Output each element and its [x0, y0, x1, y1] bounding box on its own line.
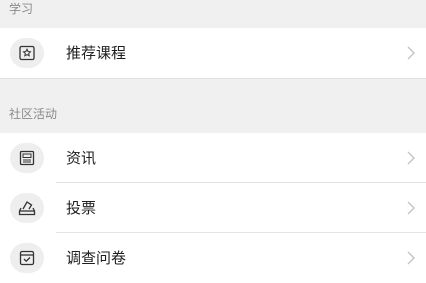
list-item-recommended-courses[interactable]: 推荐课程: [0, 28, 426, 78]
list-item-survey[interactable]: 调查问卷: [0, 233, 426, 283]
item-label-news: 资讯: [66, 149, 97, 167]
chevron-right-icon: [407, 201, 415, 215]
chevron-right-icon: [407, 251, 415, 265]
chevron-right-icon: [407, 151, 415, 165]
star-in-square-icon: [10, 38, 44, 68]
survey-icon: [10, 243, 44, 273]
section-title-community-activities: 社区活动: [9, 107, 58, 121]
section-title-learning: 学习: [9, 2, 34, 16]
section-header-community-activities: 社区活动: [0, 101, 426, 127]
section-header-learning: 学习: [0, 0, 426, 22]
item-label-recommended-courses: 推荐课程: [66, 44, 127, 62]
list-item-vote[interactable]: 投票: [0, 183, 426, 233]
list-item-news[interactable]: 资讯: [0, 133, 426, 183]
chevron-right-icon: [407, 46, 415, 60]
item-label-survey: 调查问卷: [66, 249, 127, 267]
news-icon: [10, 143, 44, 173]
divider: [0, 78, 426, 79]
ballot-box-icon: [10, 193, 44, 223]
item-label-vote: 投票: [66, 199, 97, 217]
